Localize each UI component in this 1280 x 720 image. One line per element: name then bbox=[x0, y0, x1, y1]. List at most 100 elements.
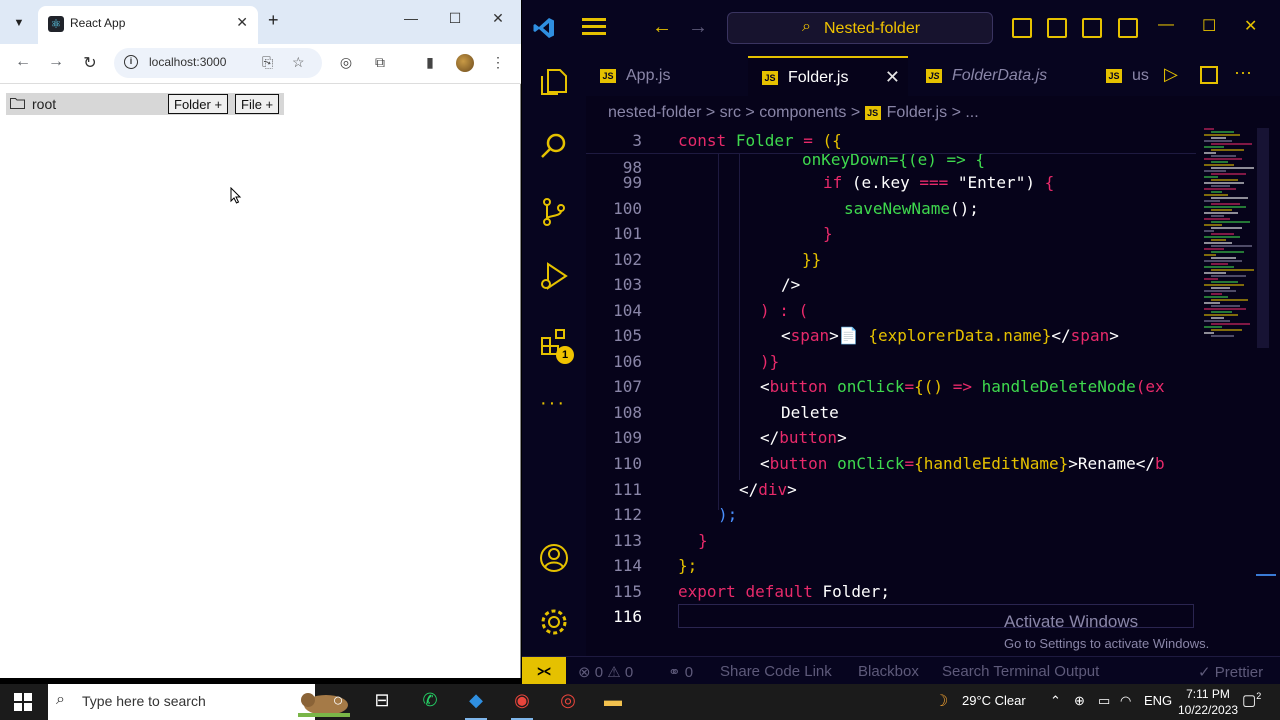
minimap-line bbox=[1204, 146, 1224, 148]
tray-app-icon[interactable]: ⊕ bbox=[1074, 693, 1085, 709]
extensions-update-badge: 1 bbox=[556, 346, 574, 364]
cortana-icon[interactable]: ○ bbox=[325, 690, 351, 714]
address-bar[interactable]: i localhost:3000 ⎘ ☆ bbox=[114, 48, 322, 78]
extensions-puzzle-icon[interactable]: ⧉ bbox=[370, 54, 390, 71]
chrome-taskbar-icon[interactable]: ◉ bbox=[509, 690, 535, 720]
menu-hamburger-icon[interactable] bbox=[582, 18, 606, 36]
new-tab-button[interactable]: + bbox=[268, 10, 279, 31]
minimize-button[interactable]: — bbox=[396, 10, 426, 26]
vscode-minimize-button[interactable]: — bbox=[1158, 16, 1174, 34]
accounts-icon[interactable] bbox=[538, 542, 570, 574]
minimap-line bbox=[1211, 167, 1254, 169]
site-info-icon[interactable]: i bbox=[124, 55, 138, 69]
tab-us[interactable]: JS us bbox=[1092, 56, 1162, 96]
tab-folderdata-js[interactable]: JS FolderData.js bbox=[912, 56, 1092, 96]
close-tab-icon[interactable]: ✕ bbox=[885, 67, 900, 88]
settings-gear-icon[interactable] bbox=[538, 606, 570, 638]
menu-dots-icon[interactable]: ⋮ bbox=[488, 54, 508, 71]
close-tab-icon[interactable]: ✕ bbox=[236, 14, 248, 31]
line-number: 112 bbox=[613, 505, 642, 524]
extension-icon[interactable]: ◎ bbox=[336, 54, 356, 71]
line-number: 111 bbox=[613, 480, 642, 499]
app-taskbar-icon[interactable]: ◎ bbox=[555, 690, 581, 714]
vscode-maximize-button[interactable]: ☐ bbox=[1202, 16, 1216, 36]
notifications-icon[interactable]: ▢2 bbox=[1242, 691, 1261, 709]
breadcrumb-item[interactable]: src bbox=[720, 104, 741, 121]
explorer-icon[interactable] bbox=[538, 66, 570, 98]
sticky-code: const Folder = ({ bbox=[678, 131, 842, 150]
blackbox-button[interactable]: Blackbox bbox=[858, 663, 919, 680]
tab-folder-js[interactable]: JS Folder.js ✕ bbox=[748, 56, 908, 96]
search-terminal-output[interactable]: Search Terminal Output bbox=[942, 663, 1099, 680]
vscode-taskbar-icon[interactable]: ◆ bbox=[463, 690, 489, 720]
code-line: )} bbox=[760, 352, 780, 371]
side-panel-icon[interactable]: ▮ bbox=[420, 54, 440, 71]
customize-layout-icon[interactable] bbox=[1118, 18, 1138, 38]
back-button[interactable]: ← bbox=[12, 53, 34, 71]
taskbar-search[interactable]: ⌕ Type here to search bbox=[48, 684, 350, 720]
language-indicator[interactable]: ENG bbox=[1144, 693, 1172, 708]
folder-row-root[interactable]: root Folder + File + bbox=[6, 93, 284, 115]
split-editor-icon[interactable] bbox=[1200, 66, 1218, 84]
vscode-window: ← → ⌕ Nested-folder — ☐ ✕ 1 ··· JS App.j… bbox=[522, 0, 1280, 685]
add-folder-button[interactable]: Folder + bbox=[168, 94, 229, 114]
minimap-line bbox=[1204, 164, 1234, 166]
minimap-line bbox=[1204, 314, 1238, 316]
whatsapp-icon[interactable]: ✆ bbox=[417, 690, 443, 714]
sticky-scroll-header[interactable]: 3 const Folder = ({ bbox=[586, 128, 1196, 154]
tray-chevron-icon[interactable]: ⌃ bbox=[1050, 693, 1061, 709]
search-view-icon[interactable] bbox=[538, 130, 570, 162]
remote-indicator-icon[interactable]: ⪥ bbox=[522, 657, 566, 685]
task-view-icon[interactable]: ⊟ bbox=[369, 690, 395, 714]
minimap-line bbox=[1204, 248, 1224, 250]
breadcrumb-item[interactable]: components bbox=[759, 104, 846, 121]
code-editor[interactable]: 98 onKeyDown={(e) => { 99 if (e.key === … bbox=[586, 128, 1196, 636]
install-app-icon[interactable]: ⎘ bbox=[262, 54, 273, 71]
file-explorer-icon[interactable]: ▬ bbox=[600, 690, 626, 714]
ports-indicator[interactable]: ⚭ 0 bbox=[668, 663, 693, 681]
start-windows-icon[interactable] bbox=[14, 693, 32, 711]
tab-search-button[interactable]: ▼ bbox=[8, 12, 30, 34]
share-code-link[interactable]: Share Code Link bbox=[720, 663, 832, 680]
minimap-line bbox=[1211, 197, 1248, 199]
forward-button[interactable]: → bbox=[45, 53, 67, 71]
reload-button[interactable]: ↻ bbox=[79, 53, 101, 73]
breadcrumb-item[interactable]: ... bbox=[965, 104, 978, 121]
toggle-secondary-sidebar-icon[interactable] bbox=[1082, 18, 1102, 38]
battery-icon[interactable]: ▭ bbox=[1098, 693, 1110, 709]
scrollbar-thumb[interactable] bbox=[1257, 128, 1269, 348]
breadcrumb-item[interactable]: nested-folder bbox=[608, 104, 701, 121]
weather-text[interactable]: 29°C Clear bbox=[962, 693, 1026, 708]
bookmark-star-icon[interactable]: ☆ bbox=[292, 54, 305, 71]
line-number: 103 bbox=[613, 275, 642, 294]
problems-indicator[interactable]: ⊗ 0 ⚠ 0 bbox=[578, 663, 633, 681]
prettier-status[interactable]: ✓ Prettier bbox=[1198, 663, 1263, 681]
browser-tab-react-app[interactable]: ⚛ React App ✕ bbox=[38, 6, 258, 44]
nav-forward-icon[interactable]: → bbox=[688, 16, 708, 39]
command-center-search[interactable]: ⌕ Nested-folder bbox=[727, 12, 993, 44]
source-control-icon[interactable] bbox=[538, 196, 570, 228]
toggle-panel-icon[interactable] bbox=[1047, 18, 1067, 38]
toggle-primary-sidebar-icon[interactable] bbox=[1012, 18, 1032, 38]
close-window-button[interactable]: ✕ bbox=[483, 10, 513, 27]
browser-window: ▼ ⚛ React App ✕ + — ☐ ✕ ← → ↻ i localhos… bbox=[0, 0, 521, 678]
vscode-close-button[interactable]: ✕ bbox=[1244, 16, 1257, 36]
minimap-line bbox=[1204, 176, 1218, 178]
minimap-line bbox=[1211, 149, 1244, 151]
run-debug-icon[interactable] bbox=[538, 260, 570, 292]
more-views-icon[interactable]: ··· bbox=[540, 392, 566, 415]
run-file-icon[interactable]: ▷ bbox=[1164, 64, 1178, 85]
minimap[interactable] bbox=[1204, 128, 1256, 348]
wifi-icon[interactable]: ◠ bbox=[1120, 693, 1131, 709]
nav-back-icon[interactable]: ← bbox=[652, 16, 672, 39]
browser-toolbar: ← → ↻ i localhost:3000 ⎘ ☆ ◎ ⧉ ▮ ⋮ bbox=[0, 44, 521, 84]
profile-avatar[interactable] bbox=[456, 54, 474, 72]
add-file-button[interactable]: File + bbox=[235, 94, 280, 114]
js-file-icon: JS bbox=[1106, 69, 1122, 83]
taskbar-clock[interactable]: 7:11 PM 10/22/2023 bbox=[1178, 686, 1238, 718]
maximize-button[interactable]: ☐ bbox=[440, 10, 470, 27]
more-actions-icon[interactable]: ··· bbox=[1234, 62, 1252, 83]
breadcrumb-item[interactable]: Folder.js bbox=[887, 104, 947, 121]
tab-app-js[interactable]: JS App.js bbox=[586, 56, 746, 96]
editor-tabs: JS App.js JS Folder.js ✕ JS FolderData.j… bbox=[586, 56, 1280, 96]
